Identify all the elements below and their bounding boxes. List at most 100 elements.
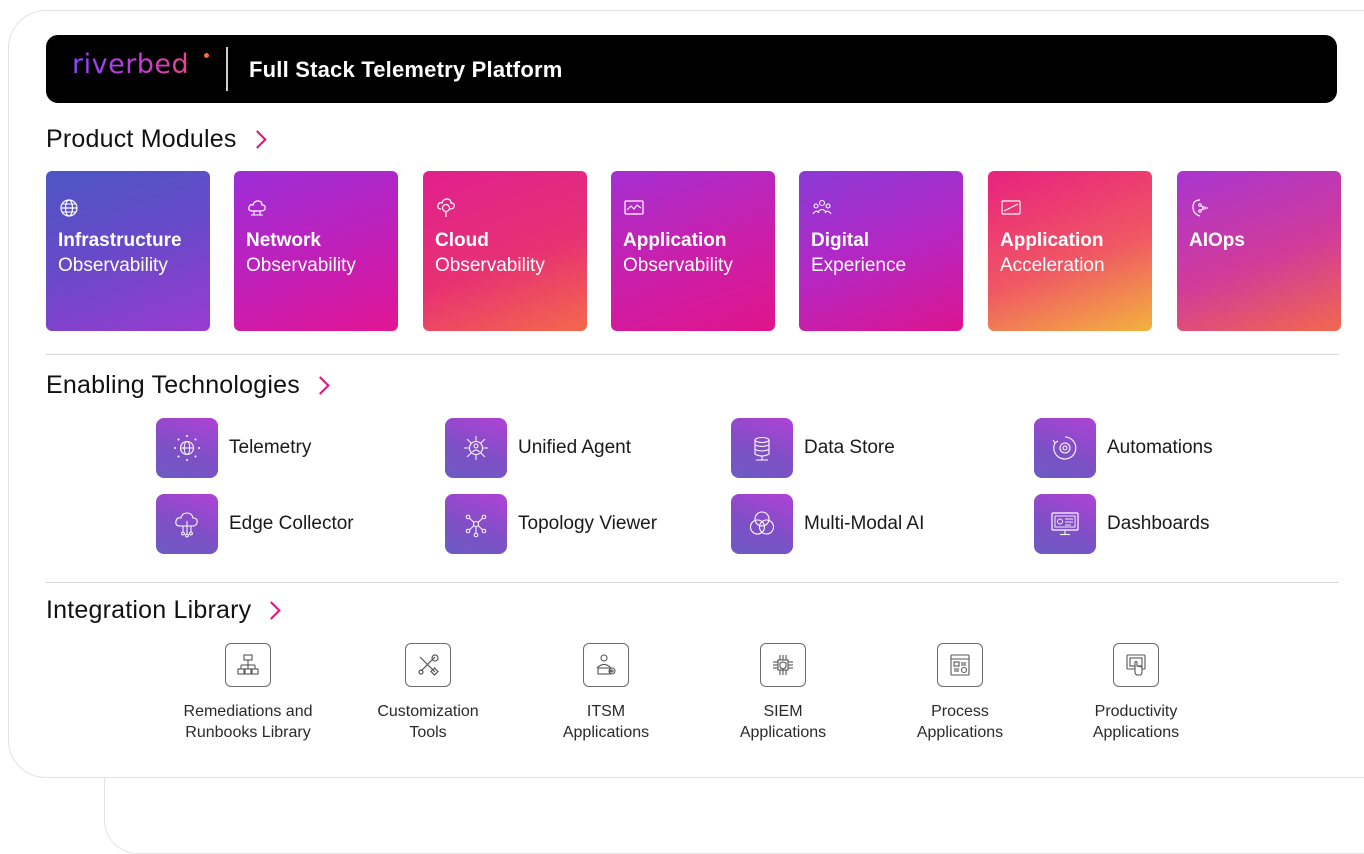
tech-multi-modal-ai[interactable]: Multi-Modal AI bbox=[731, 494, 924, 554]
dashboard-monitor-icon bbox=[1051, 512, 1079, 536]
integration-label-line: Runbooks Library bbox=[185, 724, 311, 741]
integration-label-line: Remediations and bbox=[183, 703, 313, 720]
tech-label: Unified Agent bbox=[518, 437, 632, 458]
tech-label: Multi-Modal AI bbox=[804, 513, 925, 534]
integration-label-line: Process bbox=[931, 703, 989, 720]
cloud-collector-icon bbox=[175, 512, 198, 538]
section-title-integration-library[interactable]: Integration Library bbox=[46, 596, 282, 625]
module-title: AIOps bbox=[1189, 230, 1245, 251]
ai-brain-icon bbox=[1192, 199, 1208, 217]
integration-siem-applications[interactable]: SIEM Applications bbox=[693, 643, 873, 743]
integration-icon-box bbox=[583, 643, 629, 687]
integration-label: Remediations and Runbooks Library bbox=[158, 701, 338, 743]
integration-icon-box bbox=[937, 643, 983, 687]
tech-icon-box bbox=[731, 418, 793, 478]
security-chip-icon bbox=[773, 655, 793, 675]
process-window-icon bbox=[950, 654, 970, 676]
chevron-right-icon[interactable] bbox=[247, 130, 267, 149]
tech-icon-box bbox=[1034, 418, 1096, 478]
tech-telemetry[interactable]: Telemetry bbox=[156, 418, 311, 478]
section-title-product-modules[interactable]: Product Modules bbox=[46, 125, 267, 154]
module-subtitle: Observability bbox=[435, 255, 545, 276]
module-infrastructure-observability[interactable]: Infrastructure Observability bbox=[46, 171, 210, 331]
tech-data-store[interactable]: Data Store bbox=[731, 418, 895, 478]
touch-screen-icon bbox=[1126, 654, 1146, 676]
section-title-label: Product Modules bbox=[46, 125, 237, 153]
integration-label-line: Applications bbox=[916, 724, 1004, 741]
integration-label: ITSM Applications bbox=[516, 701, 696, 743]
section-divider bbox=[46, 582, 1339, 583]
globe-icon bbox=[60, 199, 78, 217]
module-title: Application bbox=[623, 230, 727, 251]
module-title: Network bbox=[246, 230, 321, 251]
integration-label-line: SIEM bbox=[763, 703, 803, 720]
tech-label: Data Store bbox=[804, 437, 895, 458]
tech-label: Telemetry bbox=[229, 437, 312, 458]
integration-label-line: Customization bbox=[377, 703, 479, 720]
cloud-search-icon bbox=[437, 198, 455, 217]
integration-label: Process Applications bbox=[870, 701, 1050, 743]
integration-label-line: Productivity bbox=[1094, 703, 1178, 720]
integration-icon-box bbox=[760, 643, 806, 687]
tech-automations[interactable]: Automations bbox=[1034, 418, 1213, 478]
logo-accent-dot bbox=[204, 53, 209, 58]
users-icon bbox=[812, 199, 832, 215]
integration-customization-tools[interactable]: Customization Tools bbox=[338, 643, 518, 743]
module-application-acceleration[interactable]: Application Acceleration bbox=[988, 171, 1152, 331]
module-network-observability[interactable]: Network Observability bbox=[234, 171, 398, 331]
tech-label: Automations bbox=[1107, 437, 1213, 458]
monitor-chart-icon bbox=[624, 200, 644, 215]
tech-unified-agent[interactable]: Unified Agent bbox=[445, 418, 631, 478]
module-subtitle: Observability bbox=[623, 255, 733, 276]
tech-icon-box bbox=[445, 494, 507, 554]
agent-hub-icon bbox=[464, 436, 488, 460]
tech-icon-box bbox=[156, 494, 218, 554]
module-aiops[interactable]: AIOps bbox=[1177, 171, 1341, 331]
integration-label-line: Applications bbox=[1092, 724, 1180, 741]
integration-label: Customization Tools bbox=[338, 701, 518, 743]
integration-label-line: ITSM bbox=[586, 703, 626, 720]
module-title: Digital bbox=[811, 230, 870, 251]
integration-process-applications[interactable]: Process Applications bbox=[870, 643, 1050, 743]
section-divider bbox=[46, 354, 1339, 355]
tech-label: Topology Viewer bbox=[518, 513, 658, 534]
topology-icon bbox=[465, 514, 487, 538]
module-digital-experience[interactable]: Digital Experience bbox=[799, 171, 963, 331]
hierarchy-icon bbox=[237, 654, 259, 675]
telemetry-globe-icon bbox=[174, 435, 200, 461]
module-cloud-observability[interactable]: Cloud Observability bbox=[423, 171, 587, 331]
tech-icon-box bbox=[731, 494, 793, 554]
chevron-right-icon[interactable] bbox=[311, 376, 330, 395]
chevron-right-icon[interactable] bbox=[262, 601, 282, 620]
tech-dashboards[interactable]: Dashboards bbox=[1034, 494, 1209, 554]
integration-label: Productivity Applications bbox=[1046, 701, 1226, 743]
module-subtitle: Observability bbox=[246, 255, 356, 276]
tech-label: Dashboards bbox=[1107, 513, 1210, 534]
header-divider bbox=[226, 47, 228, 91]
integration-productivity-applications[interactable]: Productivity Applications bbox=[1046, 643, 1226, 743]
module-title: Cloud bbox=[435, 230, 489, 251]
integration-label-line: Applications bbox=[739, 724, 827, 741]
module-application-observability[interactable]: Application Observability bbox=[611, 171, 775, 331]
tech-icon-box bbox=[156, 418, 218, 478]
integration-icon-box bbox=[1113, 643, 1159, 687]
integration-icon-box bbox=[405, 643, 451, 687]
integration-label-line: Tools bbox=[409, 724, 447, 741]
module-subtitle: Observability bbox=[58, 255, 168, 276]
section-title-label: Enabling Technologies bbox=[46, 371, 300, 399]
section-title-enabling-technologies[interactable]: Enabling Technologies bbox=[46, 371, 330, 400]
tech-icon-box bbox=[445, 418, 507, 478]
integration-itsm-applications[interactable]: ITSM Applications bbox=[516, 643, 696, 743]
integration-label: SIEM Applications bbox=[693, 701, 873, 743]
tech-edge-collector[interactable]: Edge Collector bbox=[156, 494, 354, 554]
tech-topology-viewer[interactable]: Topology Viewer bbox=[445, 494, 657, 554]
integration-remediations-runbooks[interactable]: Remediations and Runbooks Library bbox=[158, 643, 338, 743]
tech-label: Edge Collector bbox=[229, 513, 354, 534]
module-subtitle: Experience bbox=[811, 255, 907, 276]
tools-icon bbox=[418, 654, 439, 676]
integration-label-line: Applications bbox=[562, 724, 650, 741]
cloud-network-icon bbox=[248, 200, 266, 216]
module-subtitle: Acceleration bbox=[1000, 255, 1105, 276]
service-user-icon bbox=[596, 654, 616, 675]
gear-cycle-icon bbox=[1052, 436, 1077, 460]
